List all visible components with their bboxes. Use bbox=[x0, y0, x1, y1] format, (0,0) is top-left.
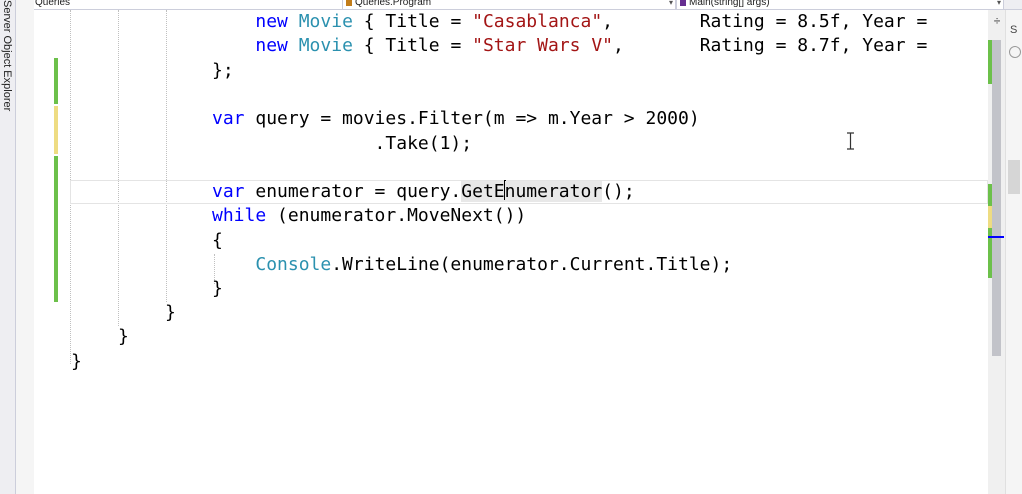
code-line[interactable]: var query = movies.Filter(m => m.Year > … bbox=[212, 107, 700, 131]
string-token: "Star Wars V" bbox=[472, 35, 614, 56]
search-icon[interactable] bbox=[1009, 46, 1021, 58]
ibeam-cursor-icon bbox=[847, 132, 854, 150]
keyword-token: var bbox=[212, 108, 245, 129]
code-token: { Title = bbox=[352, 35, 473, 56]
code-token: enumerator = query. bbox=[244, 181, 462, 202]
code-line[interactable]: new Movie { Title = "Star Wars V", Ratin… bbox=[212, 34, 938, 58]
code-line[interactable]: while (enumerator.MoveNext()) bbox=[212, 204, 526, 228]
right-tool-strip: S bbox=[1005, 10, 1022, 494]
keyword-token: new bbox=[255, 35, 288, 56]
keyword-token: var bbox=[212, 181, 245, 202]
editor-left-gutter-area bbox=[16, 0, 34, 494]
highlighted-identifier: GetE bbox=[461, 181, 505, 202]
code-token: { Title = bbox=[352, 11, 473, 32]
method-icon bbox=[680, 0, 686, 6]
code-line[interactable]: { bbox=[212, 229, 223, 253]
code-line[interactable]: }; bbox=[212, 59, 234, 83]
code-token: } bbox=[212, 278, 223, 299]
highlighted-identifier: numerator bbox=[504, 181, 603, 202]
code-editor[interactable]: new Movie { Title = "Casablanca", Rating… bbox=[34, 10, 988, 494]
class-dropdown[interactable]: Queries.Program ▾ bbox=[342, 0, 676, 9]
code-token: .Take(1); bbox=[212, 133, 473, 154]
keyword-token: new bbox=[255, 11, 288, 32]
code-line[interactable]: .Take(1); bbox=[212, 132, 473, 156]
chevron-down-icon: ▾ bbox=[996, 0, 1001, 7]
class-icon bbox=[346, 0, 352, 6]
code-line[interactable]: var enumerator = query.GetEnumerator(); bbox=[212, 180, 635, 204]
project-dropdown[interactable]: Queries ▾ bbox=[34, 0, 360, 9]
code-token: , Rating = 8.5f, Year = bbox=[602, 11, 939, 32]
code-token: , Rating = 8.7f, Year = bbox=[613, 35, 939, 56]
closing-brace-method: } bbox=[165, 302, 176, 323]
solution-explorer-tab-icon[interactable]: S bbox=[1010, 24, 1017, 36]
code-token: (enumerator.MoveNext()) bbox=[266, 205, 527, 226]
code-token: }; bbox=[212, 60, 234, 81]
scroll-change-marker bbox=[988, 206, 992, 228]
scroll-caret-marker bbox=[988, 236, 1004, 238]
server-object-explorer-tab[interactable]: Server Object Explorer bbox=[0, 0, 16, 494]
navigation-bar: Queries ▾ Queries.Program ▾ Main(string[… bbox=[34, 0, 1022, 10]
keyword-token: while bbox=[212, 205, 267, 226]
project-dropdown-label: Queries bbox=[35, 0, 71, 8]
scrollbar-thumb[interactable] bbox=[992, 40, 1001, 356]
scroll-thumb-secondary[interactable] bbox=[1008, 160, 1020, 194]
closing-brace-namespace: } bbox=[71, 351, 82, 372]
type-token: Console bbox=[255, 254, 332, 275]
class-dropdown-label: Queries.Program bbox=[355, 0, 432, 8]
server-object-explorer-label: Server Object Explorer bbox=[1, 0, 13, 112]
code-line[interactable]: Console.WriteLine(enumerator.Current.Tit… bbox=[212, 253, 732, 277]
code-token: query = movies.Filter(m => m.Year > 2000… bbox=[244, 108, 700, 129]
type-token: Movie bbox=[298, 35, 353, 56]
chevron-down-icon: ▾ bbox=[668, 0, 673, 7]
closing-brace-class: } bbox=[118, 326, 129, 347]
code-line[interactable]: } bbox=[212, 277, 223, 301]
code-text[interactable]: new Movie { Title = "Casablanca", Rating… bbox=[34, 10, 988, 494]
member-dropdown-label: Main(string[] args) bbox=[689, 0, 770, 8]
code-token: { bbox=[212, 230, 223, 251]
string-token: "Casablanca" bbox=[472, 11, 603, 32]
member-dropdown[interactable]: Main(string[] args) ▾ bbox=[676, 0, 1004, 9]
code-line[interactable]: new Movie { Title = "Casablanca", Rating… bbox=[212, 10, 938, 34]
scroll-change-marker bbox=[988, 184, 992, 206]
scroll-change-marker bbox=[988, 40, 992, 84]
split-icon[interactable]: ÷ bbox=[992, 15, 1002, 27]
code-token: .WriteLine(enumerator.Current.Title); bbox=[331, 254, 733, 275]
type-token: Movie bbox=[298, 11, 353, 32]
code-token: (); bbox=[602, 181, 635, 202]
